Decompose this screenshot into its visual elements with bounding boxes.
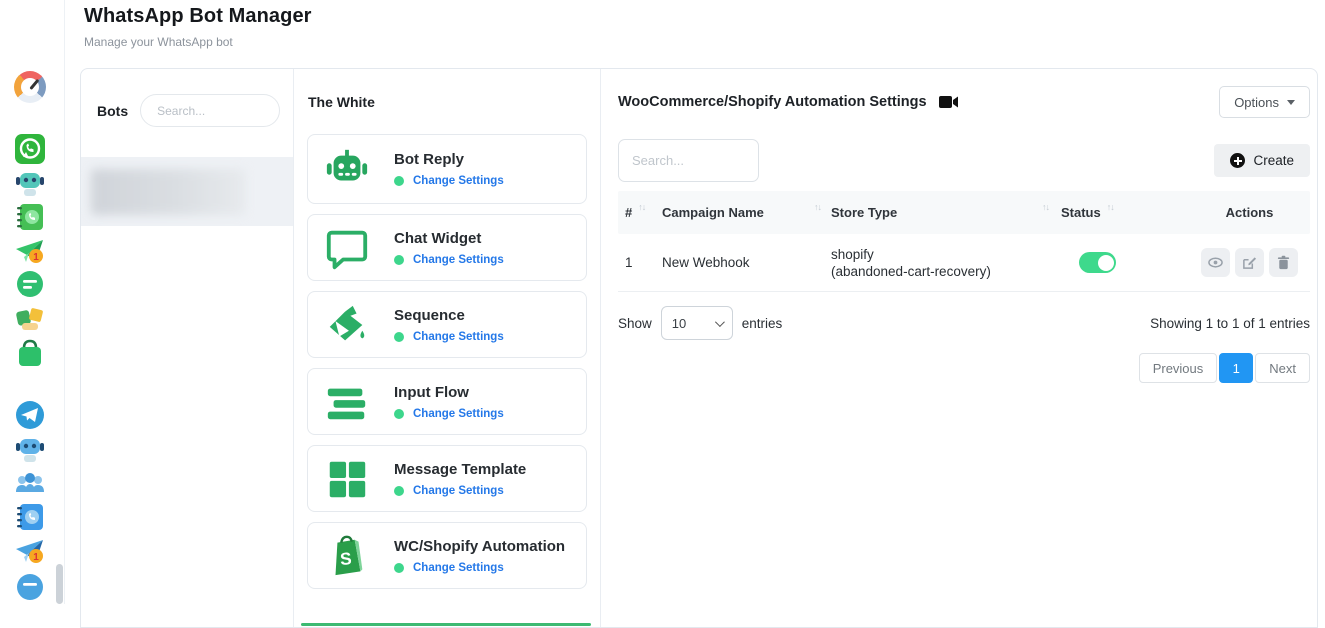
table-row: 1 New Webhook shopify (abandoned-cart-re…: [618, 234, 1310, 292]
view-button[interactable]: [1201, 248, 1230, 277]
trash-icon: [1276, 255, 1291, 270]
feature-card-wc-shopify-automation[interactable]: S WC/Shopify Automation Change Settings: [307, 522, 587, 589]
store-bag-icon[interactable]: [13, 336, 47, 370]
bot-manager-card: Bots The White Bot Reply Change Settings: [80, 68, 1318, 628]
whatsapp-bot-icon[interactable]: [13, 166, 47, 200]
change-settings-link[interactable]: Change Settings: [394, 331, 504, 343]
status-dot-icon: [394, 255, 404, 265]
selected-bot-name: The White: [294, 69, 600, 134]
automation-settings-panel: WooCommerce/Shopify Automation Settings …: [601, 69, 1317, 627]
edit-button[interactable]: [1235, 248, 1264, 277]
change-settings-link[interactable]: Change Settings: [394, 562, 565, 574]
sort-icon[interactable]: ↑↓: [814, 202, 821, 212]
app-icon-rail: 1 1: [0, 0, 65, 604]
status-dot-icon: [394, 409, 404, 419]
whatsapp-icon[interactable]: [13, 132, 47, 166]
column-campaign-name[interactable]: Campaign Name: [662, 205, 764, 220]
feature-title: WC/Shopify Automation: [394, 538, 565, 555]
bots-search-input[interactable]: [140, 94, 280, 127]
telegram-icon[interactable]: [13, 398, 47, 432]
telegram-campaign-icon[interactable]: 1: [13, 534, 47, 568]
feature-title: Chat Widget: [394, 230, 504, 247]
delete-button[interactable]: [1269, 248, 1298, 277]
whatsapp-contacts-icon[interactable]: [13, 200, 47, 234]
sequence-icon: [324, 302, 370, 348]
bot-features-panel: The White Bot Reply Change Settings: [294, 69, 601, 627]
feature-card-chat-widget[interactable]: Chat Widget Change Settings: [307, 214, 587, 281]
svg-text:1: 1: [33, 252, 39, 263]
row-store-type: shopify (abandoned-cart-recovery): [831, 246, 1061, 280]
sort-icon[interactable]: ↑↓: [1042, 202, 1049, 212]
status-dot-icon: [394, 563, 404, 573]
message-template-icon: [324, 456, 370, 502]
selected-feature-indicator: [301, 623, 591, 626]
column-store-type[interactable]: Store Type: [831, 205, 897, 220]
sort-icon[interactable]: ↑↓: [638, 202, 645, 212]
caret-down-icon: [1287, 100, 1295, 105]
dashboard-gauge-icon[interactable]: [13, 70, 47, 104]
entries-label: entries: [742, 316, 783, 331]
row-index: 1: [618, 255, 662, 270]
change-settings-link[interactable]: Change Settings: [394, 485, 526, 497]
show-label: Show: [618, 316, 652, 331]
telegram-chat-icon[interactable]: [13, 568, 47, 602]
column-status[interactable]: Status: [1061, 205, 1101, 220]
table-search-input[interactable]: [618, 139, 759, 182]
automation-title: WooCommerce/Shopify Automation Settings: [618, 94, 927, 110]
whatsapp-campaign-icon[interactable]: 1: [13, 234, 47, 268]
bot-name-redacted: [91, 169, 246, 215]
video-tutorial-icon[interactable]: [939, 95, 958, 109]
telegram-contacts-icon[interactable]: [13, 500, 47, 534]
status-toggle[interactable]: [1079, 252, 1116, 273]
integration-icon[interactable]: [13, 302, 47, 336]
feature-card-input-flow[interactable]: Input Flow Change Settings: [307, 368, 587, 435]
page-1-button[interactable]: 1: [1219, 353, 1253, 383]
telegram-bot-icon[interactable]: [13, 432, 47, 466]
change-settings-link[interactable]: Change Settings: [394, 254, 504, 266]
feature-card-sequence[interactable]: Sequence Change Settings: [307, 291, 587, 358]
chevron-down-icon: [715, 317, 725, 327]
svg-text:S: S: [339, 548, 352, 569]
next-page-button[interactable]: Next: [1255, 353, 1310, 383]
column-actions: Actions: [1226, 205, 1274, 220]
chat-widget-icon: [324, 225, 370, 271]
feature-title: Bot Reply: [394, 151, 504, 168]
column-index[interactable]: #: [625, 205, 632, 220]
plus-icon: [1230, 153, 1245, 168]
previous-page-button[interactable]: Previous: [1139, 353, 1218, 383]
status-dot-icon: [394, 486, 404, 496]
feature-title: Input Flow: [394, 384, 504, 401]
change-settings-link[interactable]: Change Settings: [394, 175, 504, 187]
bots-panel-title: Bots: [97, 103, 128, 119]
edit-icon: [1242, 255, 1257, 270]
options-button[interactable]: Options: [1219, 86, 1310, 118]
telegram-group-icon[interactable]: [13, 466, 47, 500]
shopify-icon: S: [324, 533, 370, 579]
page-subtitle: Manage your WhatsApp bot: [84, 35, 312, 49]
status-dot-icon: [394, 176, 404, 186]
page-size-select[interactable]: 10: [661, 306, 733, 340]
eye-icon: [1208, 255, 1223, 270]
sort-icon[interactable]: ↑↓: [1107, 202, 1114, 212]
status-dot-icon: [394, 332, 404, 342]
bot-list-item-selected[interactable]: [81, 157, 293, 226]
whatsapp-chat-icon[interactable]: [13, 268, 47, 302]
rail-scrollbar[interactable]: [56, 564, 63, 604]
input-flow-icon: [324, 379, 370, 425]
feature-card-bot-reply[interactable]: Bot Reply Change Settings: [307, 134, 587, 204]
bot-reply-icon: [324, 146, 370, 192]
svg-text:1: 1: [33, 552, 39, 563]
change-settings-link[interactable]: Change Settings: [394, 408, 504, 420]
table-header-row: # ↑↓ Campaign Name ↑↓ Store Type ↑↓ Stat…: [618, 191, 1310, 234]
page-title: WhatsApp Bot Manager: [84, 5, 312, 28]
feature-title: Sequence: [394, 307, 504, 324]
feature-card-message-template[interactable]: Message Template Change Settings: [307, 445, 587, 512]
pagination: Previous 1 Next: [618, 353, 1310, 383]
feature-title: Message Template: [394, 461, 526, 478]
row-campaign-name: New Webhook: [662, 255, 831, 270]
bots-panel: Bots: [81, 69, 294, 627]
create-button[interactable]: Create: [1214, 144, 1310, 177]
entries-summary: Showing 1 to 1 of 1 entries: [1150, 316, 1310, 331]
